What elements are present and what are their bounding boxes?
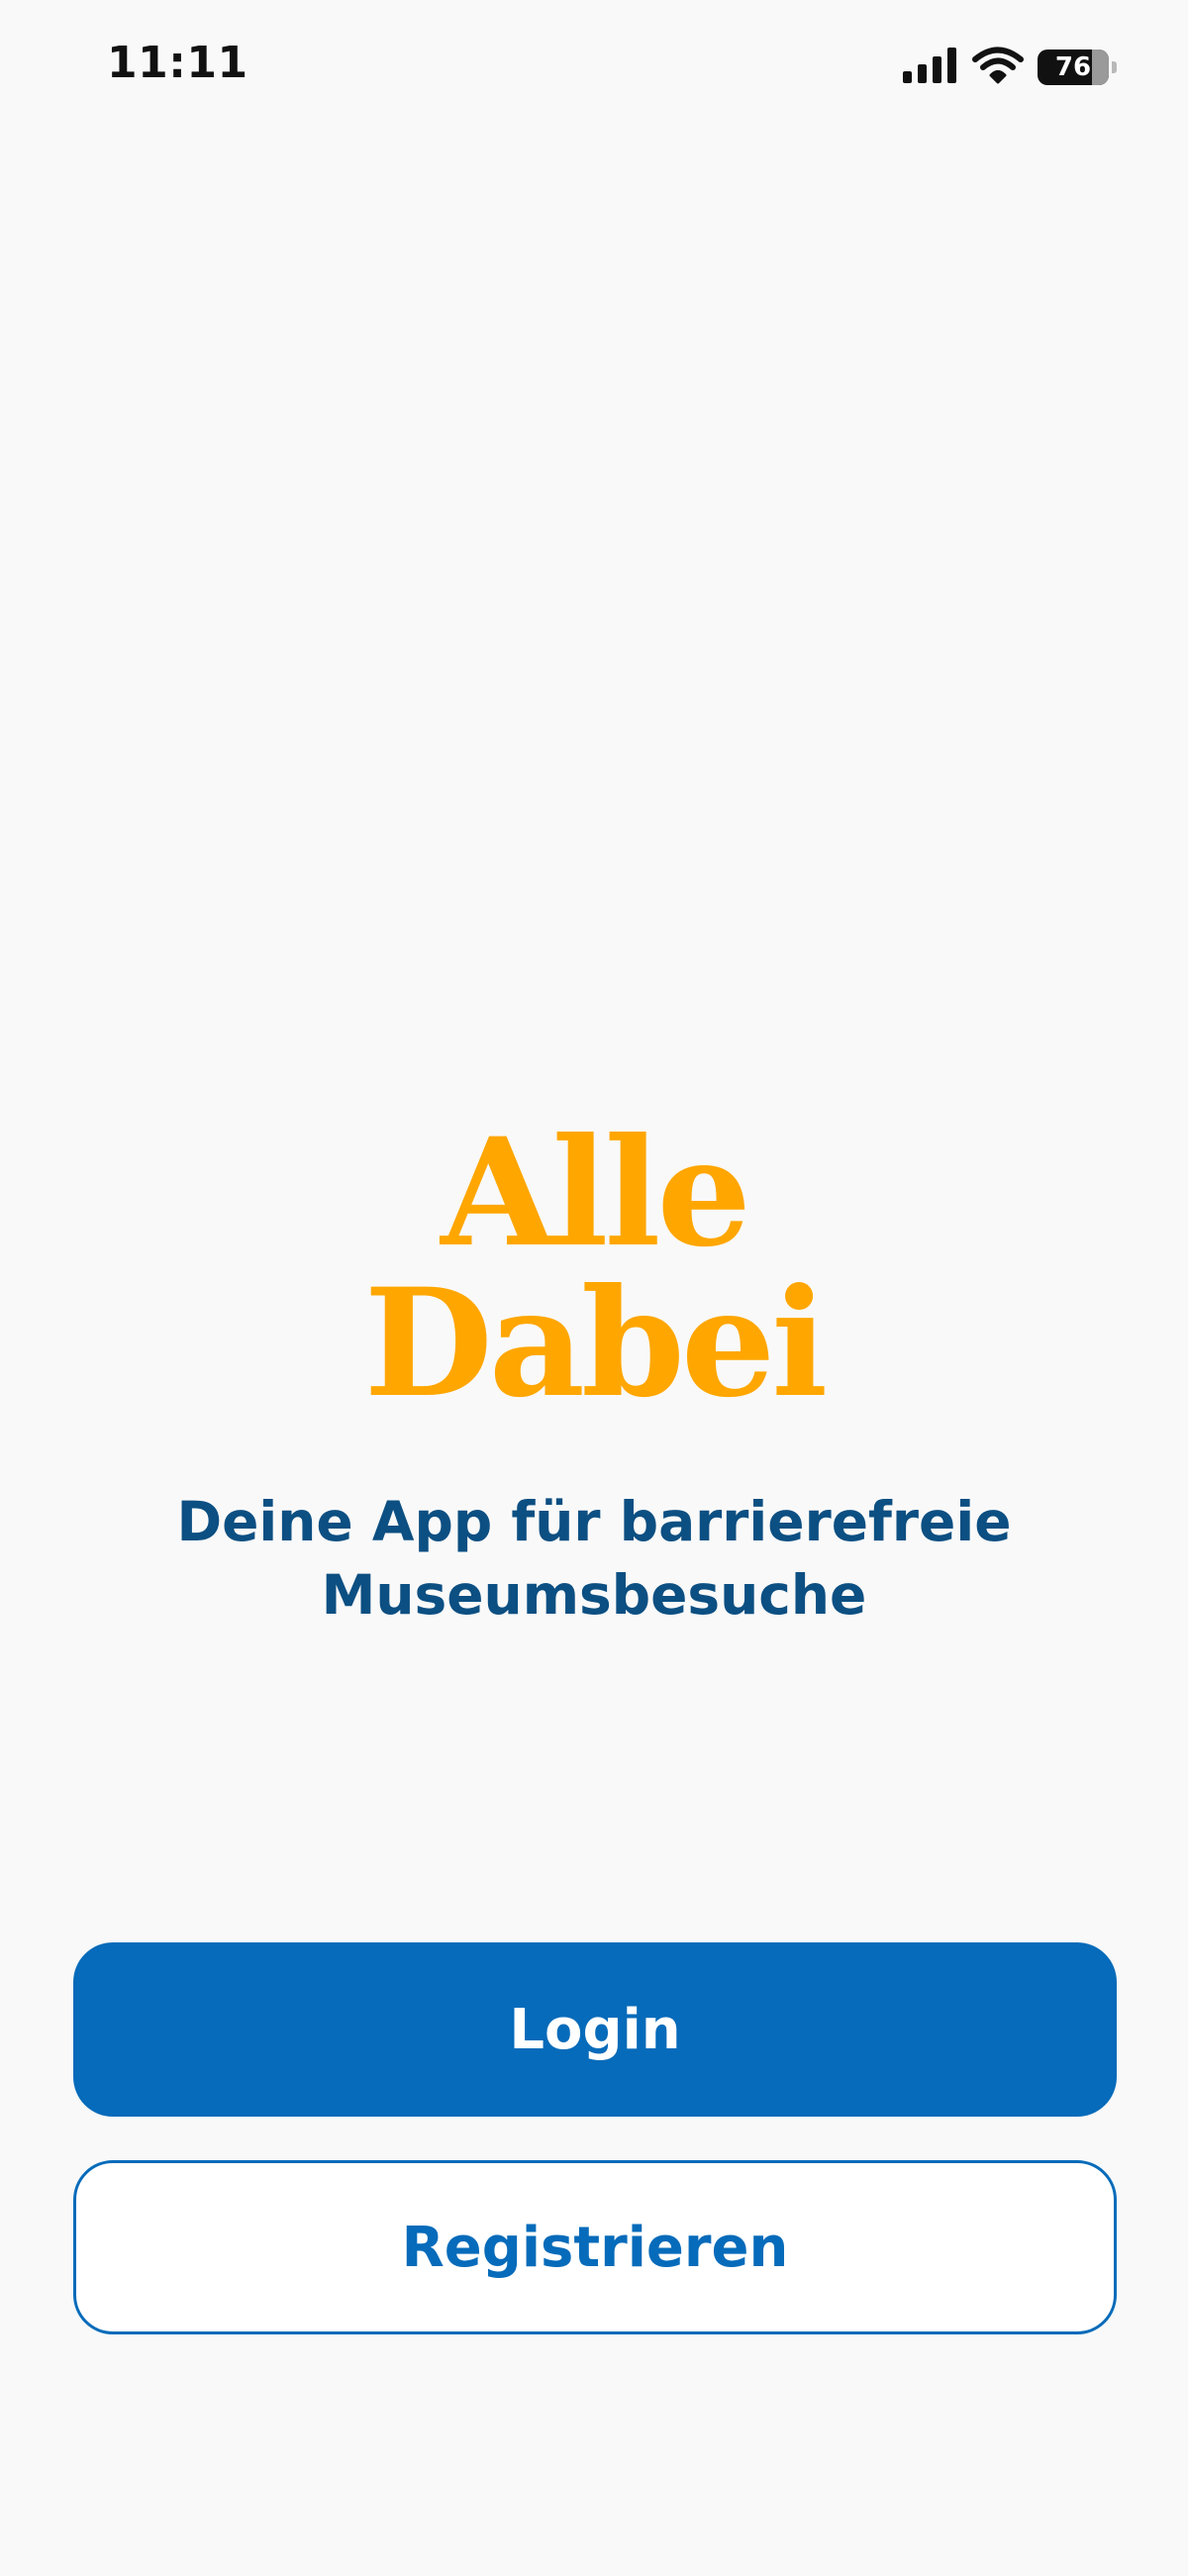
- wifi-icon: [972, 47, 1024, 88]
- battery-percentage: 76: [1054, 52, 1092, 82]
- status-icons: 76: [903, 46, 1117, 89]
- logo-line-2: Dabei: [363, 1256, 829, 1431]
- login-button[interactable]: Login: [73, 1942, 1117, 2117]
- battery-icon: 76: [1038, 50, 1117, 85]
- battery-level-fill: [1091, 50, 1109, 85]
- status-time: 11:11: [107, 38, 248, 88]
- tagline: Deine App für barrierefreie Museumsbesuc…: [99, 1485, 1089, 1632]
- app-logo: Alle Dabei: [0, 1119, 1188, 1420]
- logo-line-1: Alle: [441, 1106, 751, 1280]
- status-bar: 11:11 76: [0, 0, 1188, 139]
- battery-cap: [1112, 61, 1117, 73]
- tagline-line-1: Deine App für barrierefreie: [176, 1490, 1012, 1553]
- tagline-line-2: Museumsbesuche: [321, 1563, 867, 1627]
- register-button[interactable]: Registrieren: [73, 2160, 1117, 2334]
- cellular-signal-icon: [903, 48, 958, 87]
